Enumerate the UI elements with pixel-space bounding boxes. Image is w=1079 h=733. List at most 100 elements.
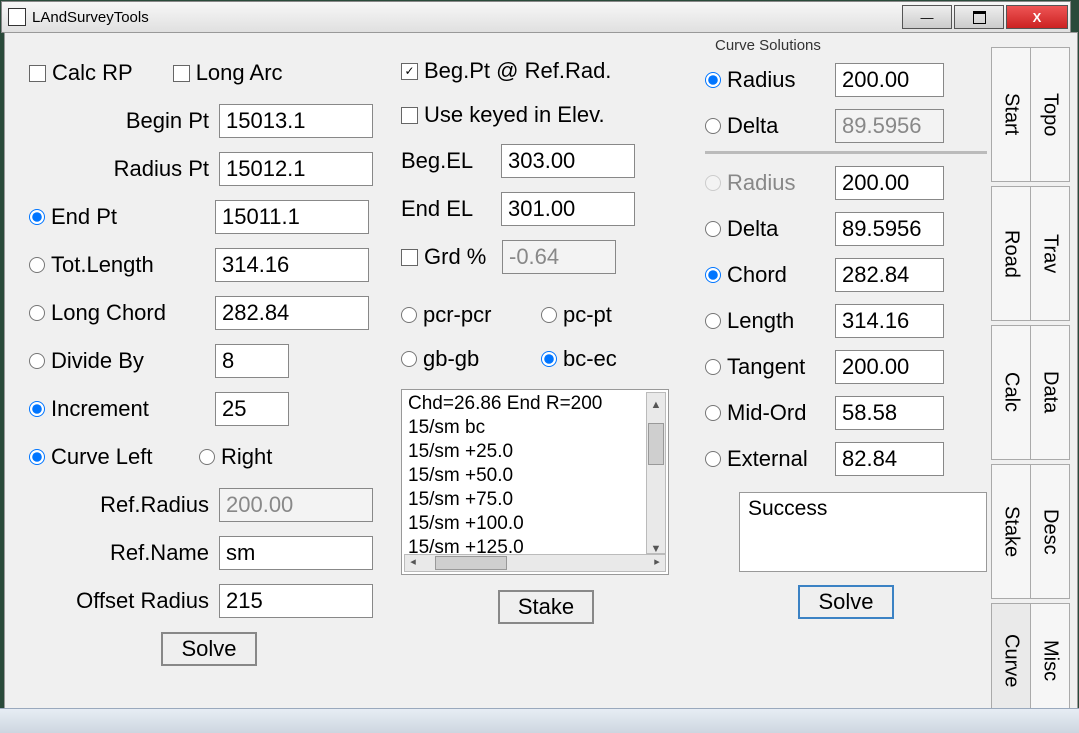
scroll-right-icon[interactable]: ▸ [649,555,665,571]
col-elevation: Beg.Pt @ Ref.Rad. Use keyed in Elev. Beg… [401,49,691,639]
long-chord-field[interactable] [215,296,369,330]
end-pt-radio[interactable]: End Pt [29,204,215,230]
end-el-field[interactable] [501,192,635,226]
radius-pt-field[interactable] [219,152,373,186]
g2-chord-radio[interactable]: Chord [705,262,835,288]
g1-delta-radio[interactable]: Delta [705,113,835,139]
taskbar [0,708,1079,733]
ref-name-field[interactable] [219,536,373,570]
g2-external-label: External [727,446,808,472]
pcr-pcr-radio[interactable]: pcr-pcr [401,302,541,328]
app-icon [8,8,26,26]
tab-data[interactable]: Data [1030,325,1070,460]
g2-tangent-label: Tangent [727,354,805,380]
g2-external-field[interactable] [835,442,944,476]
tot-length-label: Tot.Length [51,252,154,278]
list-item: Chd=26.86 End R=200 [408,392,662,416]
beg-el-field[interactable] [501,144,635,178]
tot-length-radio[interactable]: Tot.Length [29,252,215,278]
ref-radius-label: Ref.Radius [29,492,209,518]
solve-button-left[interactable]: Solve [161,632,256,666]
gb-gb-label: gb-gb [423,346,479,372]
long-arc-checkbox[interactable] [173,65,190,82]
solve-button-right[interactable]: Solve [798,585,893,619]
begin-pt-label: Begin Pt [29,108,209,134]
scroll-left-icon[interactable]: ◂ [405,555,421,571]
tab-start[interactable]: Start [991,47,1031,182]
g2-chord-field[interactable] [835,258,944,292]
g2-length-label: Length [727,308,794,334]
scroll-down-icon[interactable]: ▼ [647,537,665,553]
curve-left-radio[interactable]: Curve Left [29,444,199,470]
tab-stake[interactable]: Stake [991,464,1031,599]
use-elev-checkbox[interactable] [401,107,418,124]
maximize-button[interactable] [954,5,1004,29]
bc-ec-radio[interactable]: bc-ec [541,346,617,372]
long-chord-radio[interactable]: Long Chord [29,300,215,326]
g1-radius-field[interactable] [835,63,944,97]
g2-tangent-field[interactable] [835,350,944,384]
g2-radius-radio[interactable]: Radius [705,170,835,196]
tab-curve[interactable]: Curve [991,603,1031,718]
g2-delta-radio[interactable]: Delta [705,216,835,242]
divide-by-field[interactable] [215,344,289,378]
calc-rp-label: Calc RP [52,60,133,86]
tab-topo[interactable]: Topo [1030,47,1070,182]
end-pt-field[interactable] [215,200,369,234]
g2-length-field[interactable] [835,304,944,338]
stake-button[interactable]: Stake [498,590,594,624]
scroll-up-icon[interactable]: ▲ [647,393,665,409]
g2-midord-radio[interactable]: Mid-Ord [705,400,835,426]
g2-length-radio[interactable]: Length [705,308,835,334]
list-vscrollbar[interactable]: ▲ ▼ [646,392,666,554]
g1-radius-radio[interactable]: Radius [705,67,835,93]
g2-tangent-radio[interactable]: Tangent [705,354,835,380]
increment-label: Increment [51,396,149,422]
list-item: 15/sm +50.0 [408,464,662,488]
grd-label: Grd % [424,244,502,270]
curve-group-separator [705,151,987,154]
offset-radius-field[interactable] [219,584,373,618]
window-titlebar: LAndSurveyTools — X [1,1,1071,33]
tab-desc[interactable]: Desc [1030,464,1070,599]
list-item: 15/sm bc [408,416,662,440]
curve-right-radio[interactable]: Right [199,444,272,470]
tot-length-field[interactable] [215,248,369,282]
divide-by-radio[interactable]: Divide By [29,348,215,374]
g2-external-radio[interactable]: External [705,446,835,472]
g2-radius-field[interactable] [835,166,944,200]
increment-radio[interactable]: Increment [29,396,215,422]
ref-name-label: Ref.Name [29,540,209,566]
tab-misc[interactable]: Misc [1030,603,1070,718]
status-message: Success [739,492,987,572]
begin-pt-field[interactable] [219,104,373,138]
tab-road[interactable]: Road [991,186,1031,321]
g1-delta-field [835,109,944,143]
g2-midord-field[interactable] [835,396,944,430]
calc-rp-checkbox[interactable] [29,65,46,82]
increment-field[interactable] [215,392,289,426]
minimize-button[interactable]: — [902,5,952,29]
pc-pt-label: pc-pt [563,302,612,328]
beg-pt-ref-checkbox[interactable] [401,63,418,80]
side-tabs: Start Topo Road Trav Calc Data Stake Des… [991,47,1071,722]
tab-trav[interactable]: Trav [1030,186,1070,321]
offset-radius-label: Offset Radius [29,588,209,614]
list-hscrollbar[interactable]: ◂ ▸ [404,554,666,572]
window-title: LAndSurveyTools [32,9,149,26]
stake-list[interactable]: Chd=26.86 End R=200 15/sm bc 15/sm +25.0… [401,389,669,575]
col-curve-input: Calc RP Long Arc Begin Pt Radius Pt End … [29,49,389,673]
g2-chord-label: Chord [727,262,787,288]
beg-pt-ref-label: Beg.Pt @ Ref.Rad. [424,58,611,84]
tab-calc[interactable]: Calc [991,325,1031,460]
ref-radius-field [219,488,373,522]
grd-checkbox[interactable] [401,249,418,266]
grd-field [502,240,616,274]
gb-gb-radio[interactable]: gb-gb [401,346,541,372]
client-area: Calc RP Long Arc Begin Pt Radius Pt End … [4,32,1078,710]
list-vscroll-thumb[interactable] [648,423,664,465]
pc-pt-radio[interactable]: pc-pt [541,302,612,328]
g2-delta-field[interactable] [835,212,944,246]
close-button[interactable]: X [1006,5,1068,29]
list-hscroll-thumb[interactable] [435,556,507,570]
